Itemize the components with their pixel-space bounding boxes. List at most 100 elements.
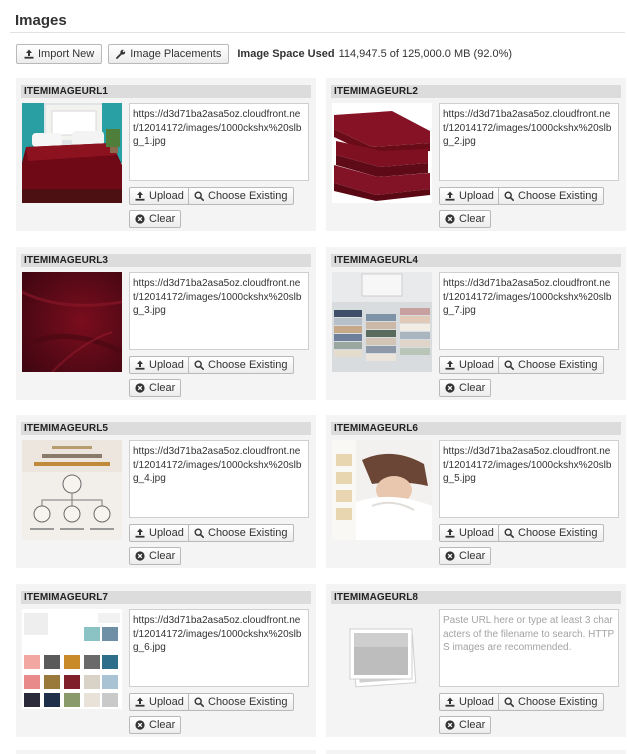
- image-slot-card: ITEMIMAGEURL7 https://d3d71ba2asa5oz.clo…: [16, 584, 316, 737]
- image-url-field[interactable]: https://d3d71ba2asa5oz.cloudfront.net/12…: [439, 272, 619, 350]
- clear-label: Clear: [149, 382, 176, 394]
- times-circle-icon: [445, 383, 455, 393]
- image-url-field[interactable]: https://d3d71ba2asa5oz.cloudfront.net/12…: [129, 103, 309, 181]
- image-thumbnail[interactable]: [332, 103, 432, 203]
- image-slot-card: ITEMIMAGEURL3 https://d3d71ba2asa5oz.clo…: [16, 247, 316, 400]
- image-slot-label: ITEMIMAGEURL3: [21, 254, 311, 267]
- image-thumbnail[interactable]: [332, 272, 432, 372]
- times-circle-icon: [445, 551, 455, 561]
- choose-existing-button[interactable]: Choose Existing: [498, 693, 604, 711]
- clear-button[interactable]: Clear: [129, 547, 182, 565]
- times-circle-icon: [445, 720, 455, 730]
- upload-label: Upload: [149, 359, 184, 371]
- upload-button[interactable]: Upload: [439, 356, 500, 374]
- upload-label: Upload: [459, 190, 494, 202]
- choose-existing-label: Choose Existing: [518, 696, 598, 708]
- image-thumbnail[interactable]: [22, 103, 122, 203]
- upload-icon: [24, 49, 34, 59]
- choose-existing-button[interactable]: Choose Existing: [498, 356, 604, 374]
- next-row-card-edge: [326, 750, 626, 754]
- times-circle-icon: [135, 214, 145, 224]
- search-icon: [194, 697, 204, 707]
- image-slot-card: ITEMIMAGEURL5 https://d3d71ba2asa5oz.clo…: [16, 415, 316, 568]
- choose-existing-button[interactable]: Choose Existing: [188, 356, 294, 374]
- images-toolbar: Import New Image Placements Image Space …: [16, 43, 512, 64]
- image-placements-button[interactable]: Image Placements: [108, 43, 230, 64]
- image-url-field[interactable]: https://d3d71ba2asa5oz.cloudfront.net/12…: [129, 272, 309, 350]
- image-slot-label: ITEMIMAGEURL4: [331, 254, 621, 267]
- upload-icon: [445, 528, 455, 538]
- clear-button[interactable]: Clear: [439, 210, 492, 228]
- upload-button[interactable]: Upload: [129, 356, 190, 374]
- image-slot-card: ITEMIMAGEURL2 https://d3d71ba2asa5oz.clo…: [326, 78, 626, 231]
- image-url-field[interactable]: https://d3d71ba2asa5oz.cloudfront.net/12…: [129, 440, 309, 518]
- choose-existing-label: Choose Existing: [208, 190, 288, 202]
- upload-icon: [445, 191, 455, 201]
- import-new-label: Import New: [38, 47, 95, 60]
- choose-existing-label: Choose Existing: [208, 527, 288, 539]
- upload-button[interactable]: Upload: [439, 187, 500, 205]
- clear-button[interactable]: Clear: [439, 716, 492, 734]
- image-url-field[interactable]: https://d3d71ba2asa5oz.cloudfront.net/12…: [439, 440, 619, 518]
- image-slot-label: ITEMIMAGEURL2: [331, 85, 621, 98]
- clear-button[interactable]: Clear: [129, 379, 182, 397]
- upload-icon: [445, 697, 455, 707]
- image-placeholder-icon[interactable]: [332, 609, 432, 709]
- search-icon: [194, 360, 204, 370]
- image-thumbnail[interactable]: [22, 440, 122, 540]
- choose-existing-button[interactable]: Choose Existing: [498, 187, 604, 205]
- search-icon: [504, 528, 514, 538]
- upload-button[interactable]: Upload: [129, 187, 190, 205]
- clear-button[interactable]: Clear: [439, 547, 492, 565]
- choose-existing-label: Choose Existing: [518, 527, 598, 539]
- choose-existing-label: Choose Existing: [518, 190, 598, 202]
- upload-button[interactable]: Upload: [439, 693, 500, 711]
- image-url-field[interactable]: https://d3d71ba2asa5oz.cloudfront.net/12…: [439, 103, 619, 181]
- choose-existing-label: Choose Existing: [518, 359, 598, 371]
- upload-label: Upload: [149, 527, 184, 539]
- image-slot-card: ITEMIMAGEURL8 Paste URL here or type at …: [326, 584, 626, 737]
- upload-button[interactable]: Upload: [129, 693, 190, 711]
- upload-button[interactable]: Upload: [129, 524, 190, 542]
- choose-existing-button[interactable]: Choose Existing: [188, 524, 294, 542]
- page-title: Images: [15, 12, 67, 29]
- clear-button[interactable]: Clear: [439, 379, 492, 397]
- wrench-icon: [116, 49, 126, 59]
- image-thumbnail[interactable]: [22, 609, 122, 709]
- search-icon: [504, 697, 514, 707]
- image-slot-label: ITEMIMAGEURL6: [331, 422, 621, 435]
- times-circle-icon: [135, 720, 145, 730]
- image-slot-label: ITEMIMAGEURL5: [21, 422, 311, 435]
- clear-label: Clear: [459, 213, 486, 225]
- clear-label: Clear: [459, 550, 486, 562]
- image-thumbnail[interactable]: [332, 440, 432, 540]
- choose-existing-button[interactable]: Choose Existing: [188, 187, 294, 205]
- title-divider: [10, 32, 625, 33]
- image-slot-card: ITEMIMAGEURL4 https://d3d71ba2asa5oz.clo…: [326, 247, 626, 400]
- times-circle-icon: [135, 551, 145, 561]
- upload-label: Upload: [459, 527, 494, 539]
- choose-existing-button[interactable]: Choose Existing: [498, 524, 604, 542]
- upload-icon: [135, 360, 145, 370]
- image-slot-card: ITEMIMAGEURL6 https://d3d71ba2asa5oz.clo…: [326, 415, 626, 568]
- search-icon: [194, 191, 204, 201]
- image-space-value: 114,947.5 of 125,000.0 MB (92.0%): [338, 47, 513, 60]
- image-slot-card: ITEMIMAGEURL1 https://d3d71ba2asa5oz.clo…: [16, 78, 316, 231]
- image-url-field[interactable]: Paste URL here or type at least 3 charac…: [439, 609, 619, 687]
- upload-icon: [135, 697, 145, 707]
- clear-label: Clear: [459, 382, 486, 394]
- image-thumbnail[interactable]: [22, 272, 122, 372]
- search-icon: [194, 528, 204, 538]
- upload-button[interactable]: Upload: [439, 524, 500, 542]
- upload-icon: [445, 360, 455, 370]
- clear-button[interactable]: Clear: [129, 210, 182, 228]
- clear-label: Clear: [149, 213, 176, 225]
- import-new-button[interactable]: Import New: [16, 43, 103, 64]
- upload-label: Upload: [459, 696, 494, 708]
- choose-existing-button[interactable]: Choose Existing: [188, 693, 294, 711]
- search-icon: [504, 191, 514, 201]
- choose-existing-label: Choose Existing: [208, 359, 288, 371]
- upload-label: Upload: [149, 696, 184, 708]
- image-url-field[interactable]: https://d3d71ba2asa5oz.cloudfront.net/12…: [129, 609, 309, 687]
- clear-button[interactable]: Clear: [129, 716, 182, 734]
